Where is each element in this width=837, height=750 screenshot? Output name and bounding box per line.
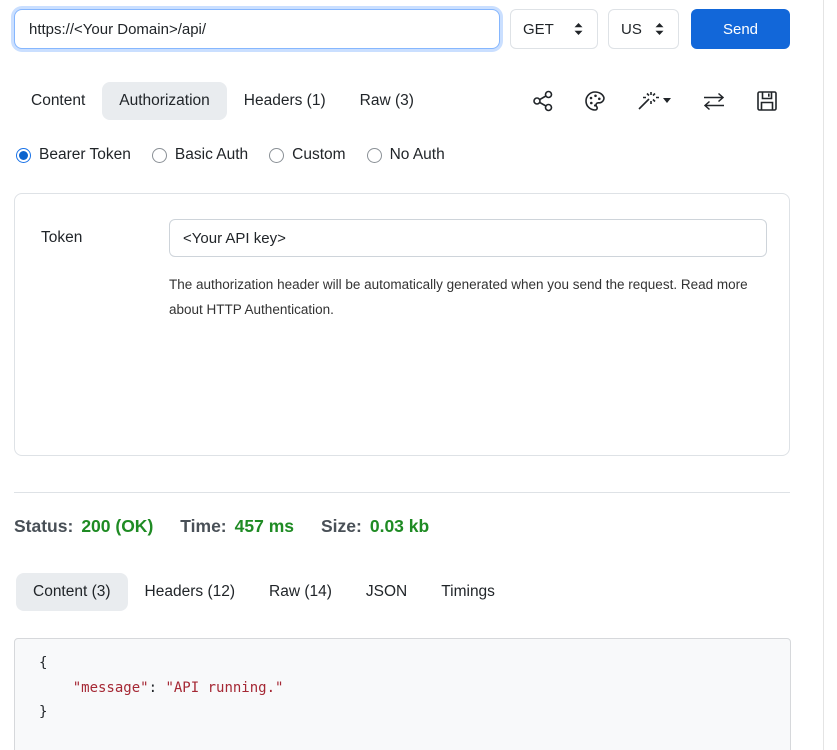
size-item: Size: 0.03 kb	[321, 516, 429, 537]
json-value: "API running."	[165, 680, 283, 696]
palette-icon[interactable]	[584, 90, 606, 112]
radio-bearer-token[interactable]	[16, 148, 31, 163]
token-helper-text: The authorization header will be automat…	[169, 272, 755, 322]
token-input[interactable]	[169, 219, 767, 257]
token-label: Token	[41, 229, 169, 247]
auth-option-custom[interactable]: Custom	[269, 146, 345, 164]
magic-wand-icon[interactable]	[636, 90, 672, 112]
region-select[interactable]: US	[608, 9, 679, 49]
request-tabs: Content Authorization Headers (1) Raw (3…	[14, 82, 431, 120]
tab-content[interactable]: Content	[14, 82, 102, 120]
share-icon[interactable]	[532, 90, 554, 112]
status-item: Status: 200 (OK)	[14, 516, 153, 537]
save-icon[interactable]	[756, 90, 778, 112]
token-row: Token	[41, 219, 767, 257]
response-status-row: Status: 200 (OK) Time: 457 ms Size: 0.03…	[14, 516, 790, 537]
tab-authorization[interactable]: Authorization	[102, 82, 226, 120]
tab-raw[interactable]: Raw (3)	[343, 82, 431, 120]
bearer-token-panel: Token The authorization header will be a…	[14, 193, 790, 456]
scrollbar-track[interactable]	[823, 0, 824, 750]
code-line-close: }	[39, 700, 770, 725]
response-tab-content[interactable]: Content (3)	[16, 573, 128, 611]
auth-option-label: No Auth	[390, 146, 445, 164]
region-select-value: US	[621, 21, 642, 38]
code-line-open: {	[39, 651, 770, 676]
json-key: "message"	[73, 680, 149, 696]
code-line-message: "message": "API running."	[39, 676, 770, 701]
send-button[interactable]: Send	[691, 9, 790, 49]
section-divider	[14, 492, 790, 493]
swap-arrows-icon[interactable]	[702, 90, 726, 112]
response-body-code[interactable]: { "message": "API running." }	[14, 638, 791, 750]
size-label: Size:	[321, 516, 362, 537]
radio-basic-auth[interactable]	[152, 148, 167, 163]
auth-option-basic-auth[interactable]: Basic Auth	[152, 146, 248, 164]
response-tab-headers[interactable]: Headers (12)	[128, 573, 252, 611]
time-label: Time:	[180, 516, 226, 537]
chevron-expand-icon	[653, 21, 666, 37]
status-value: 200 (OK)	[81, 516, 153, 537]
request-tabs-row: Content Authorization Headers (1) Raw (3…	[14, 82, 790, 120]
request-bar: GET US Send	[14, 9, 790, 49]
response-tabs: Content (3) Headers (12) Raw (14) JSON T…	[14, 573, 790, 611]
auth-option-label: Basic Auth	[175, 146, 248, 164]
method-select-value: GET	[523, 21, 554, 38]
chevron-expand-icon	[572, 21, 585, 37]
api-tester-page: GET US Send Content Authorization Header…	[0, 0, 823, 750]
radio-no-auth[interactable]	[367, 148, 382, 163]
size-value: 0.03 kb	[370, 516, 429, 537]
response-tab-timings[interactable]: Timings	[424, 573, 512, 611]
status-label: Status:	[14, 516, 73, 537]
radio-custom[interactable]	[269, 148, 284, 163]
auth-option-bearer-token[interactable]: Bearer Token	[16, 146, 131, 164]
method-select[interactable]: GET	[510, 9, 598, 49]
auth-option-no-auth[interactable]: No Auth	[367, 146, 445, 164]
response-tab-raw[interactable]: Raw (14)	[252, 573, 349, 611]
auth-type-options: Bearer Token Basic Auth Custom No Auth	[14, 146, 790, 164]
url-input[interactable]	[14, 9, 500, 49]
time-item: Time: 457 ms	[180, 516, 294, 537]
auth-option-label: Bearer Token	[39, 146, 131, 164]
toolbar	[532, 90, 790, 112]
tab-headers[interactable]: Headers (1)	[227, 82, 343, 120]
response-tab-json[interactable]: JSON	[349, 573, 424, 611]
auth-option-label: Custom	[292, 146, 345, 164]
time-value: 457 ms	[235, 516, 294, 537]
